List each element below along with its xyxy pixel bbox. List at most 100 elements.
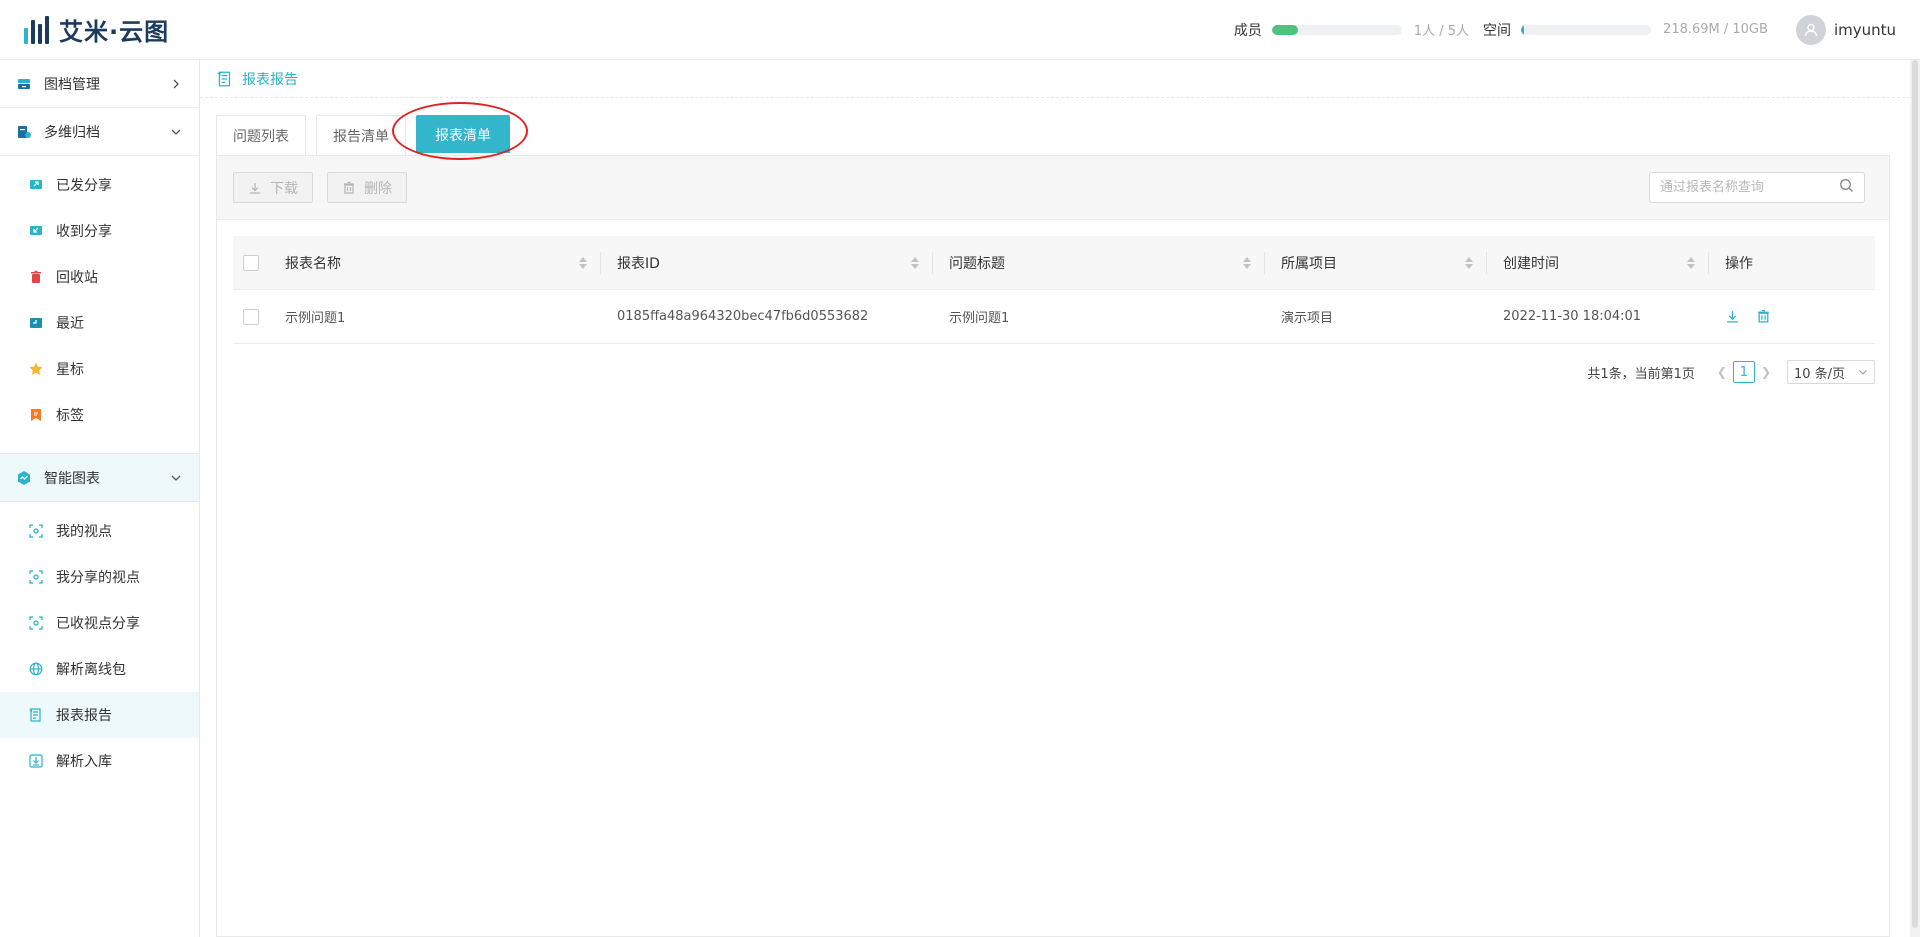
sidebar-group-label: 图档管理 xyxy=(44,76,100,93)
sidebar-item-star[interactable]: 星标 xyxy=(0,346,199,392)
page-size-select[interactable]: 10 条/页 xyxy=(1787,360,1875,384)
sort-icon[interactable] xyxy=(911,256,919,269)
sort-icon[interactable] xyxy=(1243,256,1251,269)
sort-icon[interactable] xyxy=(1465,256,1473,269)
sidebar-item-report[interactable]: 报表报告 xyxy=(0,692,199,738)
sidebar-item-label: 解析离线包 xyxy=(56,662,126,678)
sidebar-item-label: 收到分享 xyxy=(56,224,112,240)
chevron-left-icon[interactable]: ❮ xyxy=(1717,365,1727,379)
sidebar-item-label: 我分享的视点 xyxy=(56,570,140,586)
row-checkbox[interactable] xyxy=(243,308,259,325)
logo[interactable]: 艾米·云图 xyxy=(24,12,169,47)
sort-icon[interactable] xyxy=(1687,256,1695,269)
tab-bar: 问题列表 报告清单 报表清单 xyxy=(216,115,520,155)
toolbar: 下载 删除 xyxy=(217,156,1889,220)
sidebar-item-shared-viewpoints[interactable]: 我分享的视点 xyxy=(0,554,199,600)
column-label: 创建时间 xyxy=(1503,255,1559,272)
space-value: 218.69M / 10GB xyxy=(1663,22,1768,37)
import-icon xyxy=(28,753,44,769)
viewpoint-icon xyxy=(28,523,44,539)
sidebar-item-share-out[interactable]: 已发分享 xyxy=(0,162,199,208)
main-content: 报表报告 问题列表 报告清单 报表清单 下载 删除 报表名 xyxy=(200,60,1920,937)
chevron-down-icon xyxy=(169,125,183,139)
report-icon xyxy=(28,707,44,723)
download-label: 下载 xyxy=(270,180,298,197)
column-label: 报表名称 xyxy=(285,255,341,272)
sidebar-item-share-in[interactable]: 收到分享 xyxy=(0,208,199,254)
share-in-icon xyxy=(28,223,44,239)
sidebar-item-import[interactable]: 解析入库 xyxy=(0,738,199,784)
tab-report-sheet-list[interactable]: 报表清单 xyxy=(416,115,510,153)
username: imyuntu xyxy=(1833,20,1896,39)
page-scrollbar[interactable] xyxy=(1910,60,1920,937)
column-header-project[interactable]: 所属项目 xyxy=(1265,236,1487,289)
column-label: 操作 xyxy=(1725,255,1753,272)
sidebar-item-label: 标签 xyxy=(56,408,84,424)
report-icon xyxy=(216,70,234,88)
recent-icon xyxy=(28,315,44,331)
sidebar-item-trash[interactable]: 回收站 xyxy=(0,254,199,300)
search-icon[interactable] xyxy=(1839,178,1854,197)
chevron-right-icon[interactable]: ❯ xyxy=(1761,365,1771,379)
multi-archive-icon xyxy=(16,124,32,140)
members-label: 成员 xyxy=(1233,22,1262,39)
delete-label: 删除 xyxy=(364,180,392,197)
logo-text: 艾米·云图 xyxy=(59,18,170,46)
cell-actions xyxy=(1709,290,1875,343)
globe-icon xyxy=(28,661,44,677)
archive-icon xyxy=(16,76,32,92)
download-icon xyxy=(248,181,262,195)
sidebar-item-label: 报表报告 xyxy=(56,708,112,724)
column-header-created[interactable]: 创建时间 xyxy=(1487,236,1709,289)
pagination-summary: 共1条，当前第1页 xyxy=(1587,366,1695,382)
column-header-id[interactable]: 报表ID xyxy=(601,236,933,289)
chevron-down-icon xyxy=(1859,370,1867,375)
user-menu[interactable]: imyuntu xyxy=(1795,14,1896,45)
report-table: 报表名称 报表ID 问题标题 所属项目 创建时间 操作 示例问题1 0185ff… xyxy=(233,236,1875,344)
breadcrumb-current[interactable]: 报表报告 xyxy=(242,69,298,89)
delete-button[interactable]: 删除 xyxy=(327,172,407,203)
sidebar-item-received-viewpoints[interactable]: 已收视点分享 xyxy=(0,600,199,646)
sidebar-item-tag[interactable]: 标签 xyxy=(0,392,199,438)
sidebar-item-label: 我的视点 xyxy=(56,524,112,540)
cell-created: 2022-11-30 18:04:01 xyxy=(1503,309,1642,324)
breadcrumb: 报表报告 xyxy=(200,60,1920,98)
sidebar-item-label: 已发分享 xyxy=(56,178,112,194)
download-icon[interactable] xyxy=(1725,309,1740,324)
members-quota: 成员 1人 / 5人 xyxy=(1234,20,1469,40)
cell-project: 演示项目 xyxy=(1281,311,1334,326)
trash-icon[interactable] xyxy=(1756,309,1771,324)
sidebar-item-my-viewpoints[interactable]: 我的视点 xyxy=(0,508,199,554)
column-header-title[interactable]: 问题标题 xyxy=(933,236,1265,289)
tab-issue-list[interactable]: 问题列表 xyxy=(216,115,306,155)
tag-icon xyxy=(28,407,44,423)
search-input[interactable] xyxy=(1660,180,1839,195)
space-label: 空间 xyxy=(1483,22,1512,39)
sidebar-group-archive[interactable]: 图档管理 xyxy=(0,60,199,107)
download-button[interactable]: 下载 xyxy=(233,172,313,203)
sidebar-item-label: 回收站 xyxy=(56,270,98,286)
chevron-down-icon xyxy=(169,471,183,485)
space-quota: 空间 218.69M / 10GB xyxy=(1483,20,1768,40)
cell-id: 0185ffa48a964320bec47fb6d0553682 xyxy=(617,309,869,324)
sidebar-group-smart-chart[interactable]: 智能图表 xyxy=(0,454,199,501)
table-row: 示例问题1 0185ffa48a964320bec47fb6d0553682 示… xyxy=(233,290,1875,344)
sidebar-group-multi-archive[interactable]: 多维归档 xyxy=(0,108,199,155)
report-panel: 下载 删除 报表名称 报表ID xyxy=(216,155,1890,937)
page-size-value: 10 条/页 xyxy=(1794,366,1846,382)
sidebar-group-label: 智能图表 xyxy=(44,470,100,487)
tab-report-doc-list[interactable]: 报告清单 xyxy=(316,115,406,155)
logo-mark-icon xyxy=(24,15,49,44)
sort-icon[interactable] xyxy=(579,256,587,269)
sidebar-item-recent[interactable]: 最近 xyxy=(0,300,199,346)
column-header-name[interactable]: 报表名称 xyxy=(269,236,601,289)
page-number-current[interactable]: 1 xyxy=(1732,361,1755,383)
members-progress-bar xyxy=(1271,24,1402,35)
avatar[interactable] xyxy=(1795,14,1826,45)
select-all-checkbox[interactable] xyxy=(243,254,259,271)
scrollbar-thumb[interactable] xyxy=(1912,60,1918,928)
sidebar-item-label: 最近 xyxy=(56,316,84,332)
column-label: 报表ID xyxy=(617,255,660,272)
top-header: 艾米·云图 成员 1人 / 5人 空间 218.69M / 10GB imyun… xyxy=(0,0,1920,60)
sidebar-item-offline-package[interactable]: 解析离线包 xyxy=(0,646,199,692)
